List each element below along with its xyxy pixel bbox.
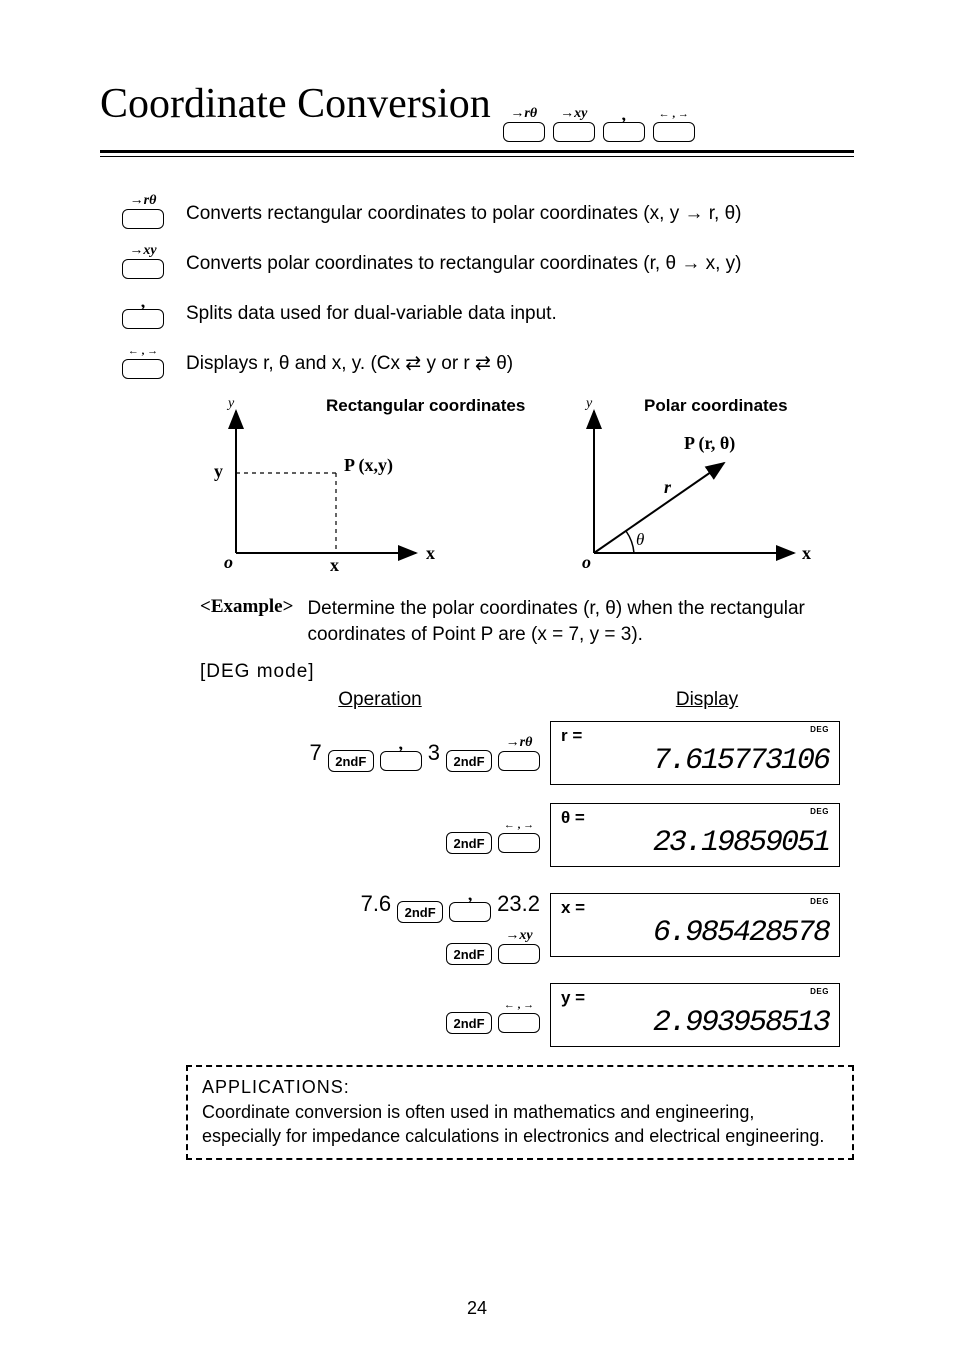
diagram-rectangular: y Rectangular coordinates y P (x,y) o x … (186, 393, 486, 578)
operand-text: 23.2 (497, 891, 540, 917)
lcd-symbol: x = (561, 898, 829, 918)
example-text: Determine the polar coordinates (r, θ) w… (307, 596, 854, 647)
title-rule-thin (100, 156, 854, 157)
key-2ndf-icon: 2ndF (446, 734, 492, 772)
lcd-mode-indicator: DEG (810, 725, 829, 734)
diagram-polar: y Polar coordinates θ r P (r, θ) o x (544, 393, 844, 578)
key-swap-icon: ← , → (498, 997, 540, 1033)
key-to-r-theta-icon: →rθ (503, 106, 545, 142)
lcd-mode-indicator: DEG (810, 897, 829, 906)
key-swap-icon: ← , → (653, 106, 695, 142)
key-2ndf-icon: 2ndF (397, 885, 443, 923)
key-2ndf-icon: 2ndF (446, 927, 492, 965)
key-comma-icon: , (603, 106, 645, 142)
def-text: Converts rectangular coordinates to pola… (186, 193, 741, 228)
applications-box: APPLICATIONS: Coordinate conversion is o… (186, 1065, 854, 1160)
lcd-mode-indicator: DEG (810, 987, 829, 996)
operation-sequence: 2ndF ← , → (200, 816, 550, 854)
svg-text:o: o (224, 552, 233, 572)
step-row: 2ndF ← , → DEG θ = 23.19859051 (200, 803, 854, 867)
key-to-r-theta-icon: →rθ (498, 735, 540, 771)
svg-text:y: y (214, 461, 223, 481)
step-row: 2ndF ← , → DEG y = 2.993958513 (200, 983, 854, 1047)
def-row-swap: ← , → Displays r, θ and x, y. (Cx ⇄ y or… (100, 343, 854, 379)
svg-text:Rectangular coordinates: Rectangular coordinates (326, 396, 525, 415)
key-comma-icon: , (122, 293, 164, 329)
mode-label: [DEG mode] (200, 661, 854, 683)
svg-text:x: x (426, 543, 435, 563)
key-swap-icon: ← , → (122, 343, 164, 379)
key-comma-icon: , (449, 886, 491, 922)
display-header: Display (560, 689, 854, 711)
page-title: Coordinate Conversion (100, 80, 491, 128)
lcd-symbol: θ = (561, 808, 829, 828)
example-block: <Example> Determine the polar coordinate… (200, 596, 854, 1047)
lcd-symbol: r = (561, 726, 829, 746)
step-row: 7.6 2ndF , 23.2 2ndF →xy DEG x = 6.98542… (200, 885, 854, 965)
key-to-xy-icon: →xy (122, 243, 164, 279)
svg-text:y: y (584, 396, 593, 411)
lcd-value: 23.19859051 (561, 826, 829, 860)
lcd-value: 2.993958513 (561, 1006, 829, 1040)
title-key-group: →rθ →xy , ← , → (503, 106, 695, 142)
svg-text:Polar coordinates: Polar coordinates (644, 396, 788, 415)
svg-text:o: o (582, 552, 591, 572)
step-row: 7 2ndF , 3 2ndF →rθ DEG r = 7.615773106 (200, 721, 854, 785)
lcd-value: 7.615773106 (561, 744, 829, 778)
svg-text:P (x,y): P (x,y) (344, 455, 393, 476)
key-2ndf-icon: 2ndF (446, 816, 492, 854)
operation-sequence: 7.6 2ndF , 23.2 2ndF →xy (200, 885, 550, 965)
opdisp-header: Operation Display (200, 689, 854, 711)
lcd-display: DEG θ = 23.19859051 (550, 803, 840, 867)
operand-text: 7 (310, 740, 322, 766)
lcd-mode-indicator: DEG (810, 807, 829, 816)
key-to-r-theta-icon: →rθ (122, 193, 164, 229)
operand-text: 3 (428, 740, 440, 766)
svg-text:x: x (330, 555, 339, 575)
key-to-xy-icon: →xy (498, 928, 540, 964)
operand-text: 7.6 (361, 891, 392, 917)
lcd-symbol: y = (561, 988, 829, 1008)
applications-title: APPLICATIONS: (202, 1075, 838, 1099)
def-row-comma: , Splits data used for dual-variable dat… (100, 293, 854, 329)
operation-header: Operation (200, 689, 560, 711)
operation-sequence: 7 2ndF , 3 2ndF →rθ (200, 734, 550, 772)
svg-text:x: x (802, 543, 811, 563)
key-to-xy-icon: →xy (553, 106, 595, 142)
title-rule-thick (100, 150, 854, 153)
svg-text:r: r (664, 477, 672, 497)
page-number: 24 (0, 1298, 954, 1319)
applications-text: Coordinate conversion is often used in m… (202, 1100, 838, 1149)
def-text: Converts polar coordinates to rectangula… (186, 243, 741, 278)
svg-text:P (r, θ): P (r, θ) (684, 433, 735, 454)
lcd-display: DEG r = 7.615773106 (550, 721, 840, 785)
svg-text:y: y (226, 396, 235, 411)
def-text: Splits data used for dual-variable data … (186, 293, 557, 328)
def-row-xy: →xy Converts polar coordinates to rectan… (100, 243, 854, 279)
example-tag: <Example> (200, 596, 293, 647)
key-swap-icon: ← , → (498, 817, 540, 853)
svg-text:θ: θ (636, 530, 644, 549)
lcd-display: DEG y = 2.993958513 (550, 983, 840, 1047)
key-2ndf-icon: 2ndF (328, 734, 374, 772)
diagram-row: y Rectangular coordinates y P (x,y) o x … (186, 393, 854, 578)
lcd-display: DEG x = 6.985428578 (550, 893, 840, 957)
key-comma-icon: , (380, 735, 422, 771)
key-2ndf-icon: 2ndF (446, 996, 492, 1034)
page-title-row: Coordinate Conversion →rθ →xy , ← , → (100, 80, 854, 142)
def-text: Displays r, θ and x, y. (Cx ⇄ y or r ⇄ θ… (186, 343, 513, 378)
operation-sequence: 2ndF ← , → (200, 996, 550, 1034)
lcd-value: 6.985428578 (561, 916, 829, 950)
def-row-rtheta: →rθ Converts rectangular coordinates to … (100, 193, 854, 229)
